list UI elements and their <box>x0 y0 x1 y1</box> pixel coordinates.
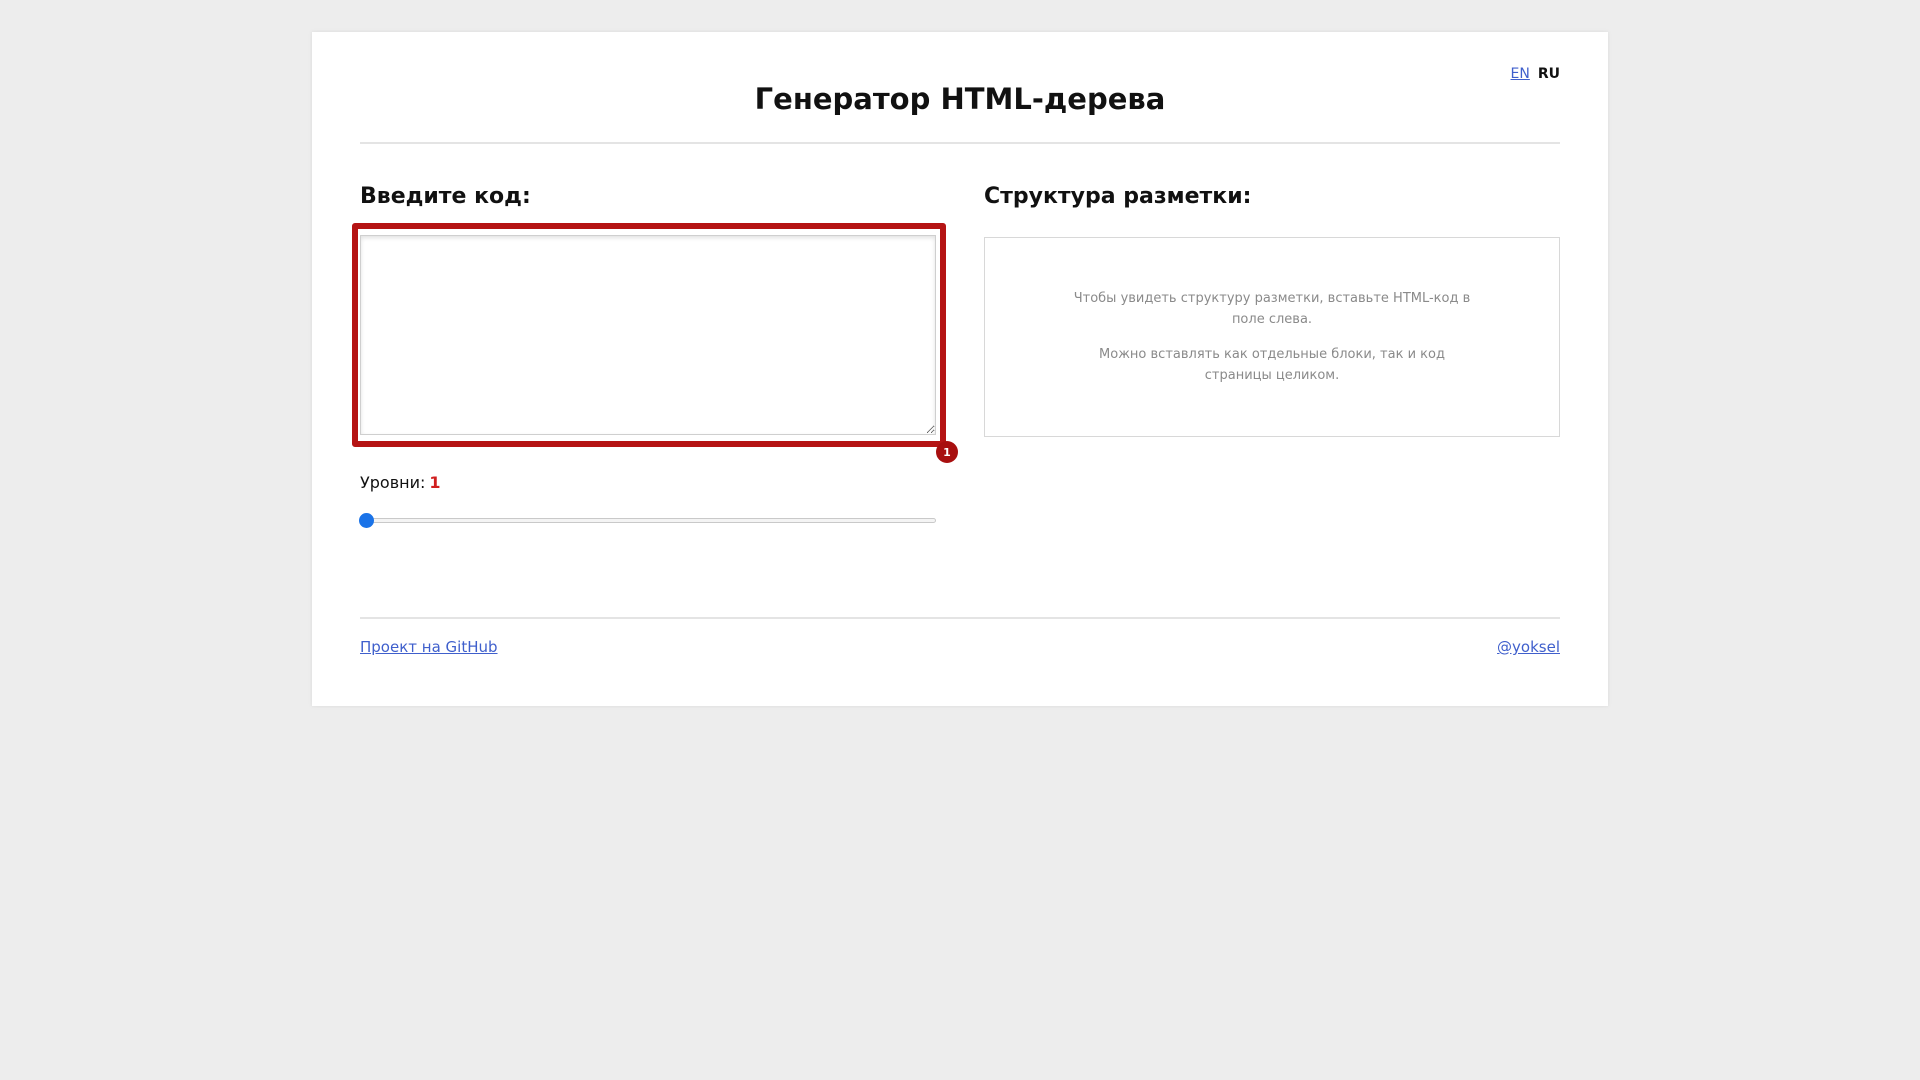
levels-label-row: Уровни: 1 <box>360 473 936 492</box>
lang-en-link[interactable]: EN <box>1511 66 1530 82</box>
language-switcher: EN RU <box>1511 66 1560 82</box>
levels-slider[interactable] <box>359 512 936 528</box>
github-project-link[interactable]: Проект на GitHub <box>360 638 498 656</box>
slider-thumb[interactable] <box>359 513 374 528</box>
lang-ru-current: RU <box>1537 66 1560 82</box>
structure-output-box: Чтобы увидеть структуру разметки, вставь… <box>984 237 1560 437</box>
page-title: Генератор HTML-дерева <box>754 82 1166 116</box>
author-link[interactable]: @yoksel <box>1497 638 1560 656</box>
header-divider <box>360 142 1560 144</box>
input-column: Введите код: 1 Уровни: 1 <box>352 184 958 528</box>
structure-hint-1: Чтобы увидеть структуру разметки, вставь… <box>1073 291 1471 327</box>
levels-label: Уровни: <box>360 473 426 492</box>
main-card: EN RU Генератор HTML-дерева Введите код:… <box>312 32 1608 706</box>
code-input-heading: Введите код: <box>360 184 531 209</box>
footer-divider <box>360 617 1560 619</box>
structure-hint-2: Можно вставлять как отдельные блоки, так… <box>1099 347 1445 383</box>
code-input-textarea[interactable] <box>360 235 936 435</box>
footer-right: @yoksel <box>1497 638 1560 656</box>
code-input-wrapper: 1 <box>352 223 958 463</box>
footer-left: Проект на GitHub <box>360 638 498 656</box>
annotation-badge: 1 <box>936 441 958 463</box>
slider-track[interactable] <box>360 518 936 523</box>
structure-heading: Структура разметки: <box>984 184 1252 209</box>
levels-value: 1 <box>429 473 441 492</box>
structure-column: Структура разметки: Чтобы увидеть структ… <box>984 184 1560 437</box>
